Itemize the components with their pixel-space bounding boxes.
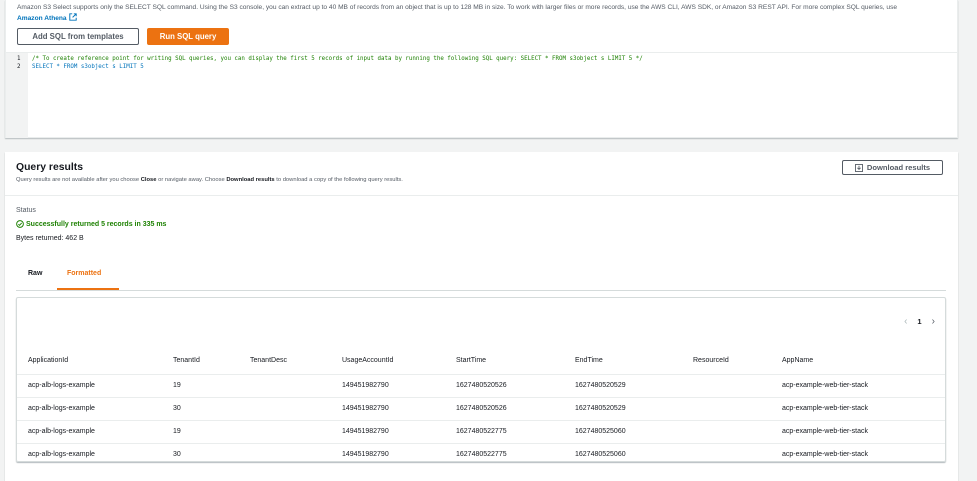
table-cell: 149451982790	[331, 397, 445, 421]
table-cell: acp-example-web-tier-stack	[771, 397, 945, 421]
query-results-panel: Query results Query results are not avai…	[5, 152, 958, 481]
download-icon	[854, 163, 863, 172]
table-cell	[682, 420, 771, 444]
table-cell: acp-alb-logs-example	[17, 374, 162, 398]
table-cell	[682, 374, 771, 398]
table-cell: acp-example-web-tier-stack	[771, 420, 945, 444]
results-table: ApplicationId TenantId TenantDesc UsageA…	[17, 348, 945, 466]
intro-description: Amazon S3 Select supports only the SELEC…	[17, 4, 898, 11]
code-line: SELECT * FROM s3object s LIMIT 5	[32, 64, 144, 70]
chevron-right-icon[interactable]: ›	[932, 316, 935, 327]
add-sql-from-templates-button[interactable]: Add SQL from templates	[17, 28, 139, 45]
table-row: acp-alb-logs-example 30 149451982790 162…	[17, 397, 945, 421]
athena-link[interactable]: Amazon Athena	[17, 12, 77, 22]
column-header: UsageAccountId	[331, 348, 445, 375]
table-row: acp-alb-logs-example 19 149451982790 162…	[17, 420, 945, 444]
sql-query-panel: Amazon S3 Select supports only the SELEC…	[5, 0, 958, 138]
column-header: StartTime	[445, 348, 564, 375]
tab-formatted[interactable]: Formatted	[67, 270, 101, 277]
results-table-container: ‹ 1 › ApplicationId TenantId TenantDesc …	[16, 297, 946, 462]
tabs-divider	[16, 290, 946, 291]
table-cell: 1627480520529	[564, 397, 682, 421]
line-number: 2	[17, 64, 21, 70]
table-row: acp-alb-logs-example 30 149451982790 162…	[17, 443, 945, 466]
table-row: acp-alb-logs-example 19 149451982790 162…	[17, 374, 945, 398]
table-cell: acp-alb-logs-example	[17, 397, 162, 421]
table-cell	[239, 443, 331, 466]
table-cell: 1627480525060	[564, 420, 682, 444]
table-header-row: ApplicationId TenantId TenantDesc UsageA…	[17, 348, 945, 375]
table-cell: acp-example-web-tier-stack	[771, 374, 945, 398]
table-cell: acp-alb-logs-example	[28, 451, 95, 459]
table-cell: 19	[162, 420, 239, 444]
table-cell: 149451982790	[342, 451, 389, 459]
table-cell: 1627480520526	[445, 374, 564, 398]
table-cell: 30	[173, 451, 181, 459]
line-number: 1	[17, 56, 21, 62]
table-cell	[239, 374, 331, 398]
table-cell: 19	[162, 374, 239, 398]
status-label: Status	[16, 207, 36, 214]
table-cell: 1627480525060	[575, 451, 626, 459]
table-cell: 1627480520526	[445, 397, 564, 421]
column-header: TenantDesc	[239, 348, 331, 375]
column-header: ResourceId	[682, 348, 771, 375]
results-title: Query results	[16, 162, 83, 173]
bytes-returned: Bytes returned: 462 B	[16, 235, 84, 242]
success-check-icon	[16, 220, 24, 228]
sql-editor[interactable]: 1 /* To create reference point for writi…	[6, 52, 957, 138]
table-cell: 149451982790	[331, 374, 445, 398]
pagination: ‹ 1 ›	[904, 316, 935, 327]
external-link-icon	[68, 12, 77, 21]
table-cell: acp-example-web-tier-stack	[782, 451, 868, 459]
current-page[interactable]: 1	[917, 317, 921, 326]
column-header: AppName	[771, 348, 945, 375]
download-results-label: Download results	[866, 163, 931, 172]
table-cell	[682, 397, 771, 421]
table-cell: 1627480522775	[445, 420, 564, 444]
column-header: ApplicationId	[17, 348, 162, 375]
status-value: Successfully returned 5 records in 335 m…	[16, 220, 166, 228]
table-cell	[239, 420, 331, 444]
download-results-button[interactable]: Download results	[842, 160, 943, 175]
table-cell: 1627480520529	[564, 374, 682, 398]
results-description: Query results are not available after yo…	[16, 177, 403, 183]
column-header: EndTime	[564, 348, 682, 375]
chevron-left-icon[interactable]: ‹	[904, 316, 907, 327]
table-cell: 30	[162, 397, 239, 421]
header-divider	[5, 195, 958, 196]
table-cell	[239, 397, 331, 421]
table-cell	[682, 443, 771, 466]
tab-raw[interactable]: Raw	[28, 270, 42, 277]
code-line: /* To create reference point for writing…	[32, 56, 643, 62]
table-cell: 1627480522775	[456, 451, 507, 459]
column-header: TenantId	[162, 348, 239, 375]
table-cell: acp-alb-logs-example	[17, 420, 162, 444]
intro-text: Amazon S3 Select supports only the SELEC…	[17, 3, 947, 23]
table-cell: 149451982790	[331, 420, 445, 444]
run-sql-query-button[interactable]: Run SQL query	[147, 28, 229, 45]
